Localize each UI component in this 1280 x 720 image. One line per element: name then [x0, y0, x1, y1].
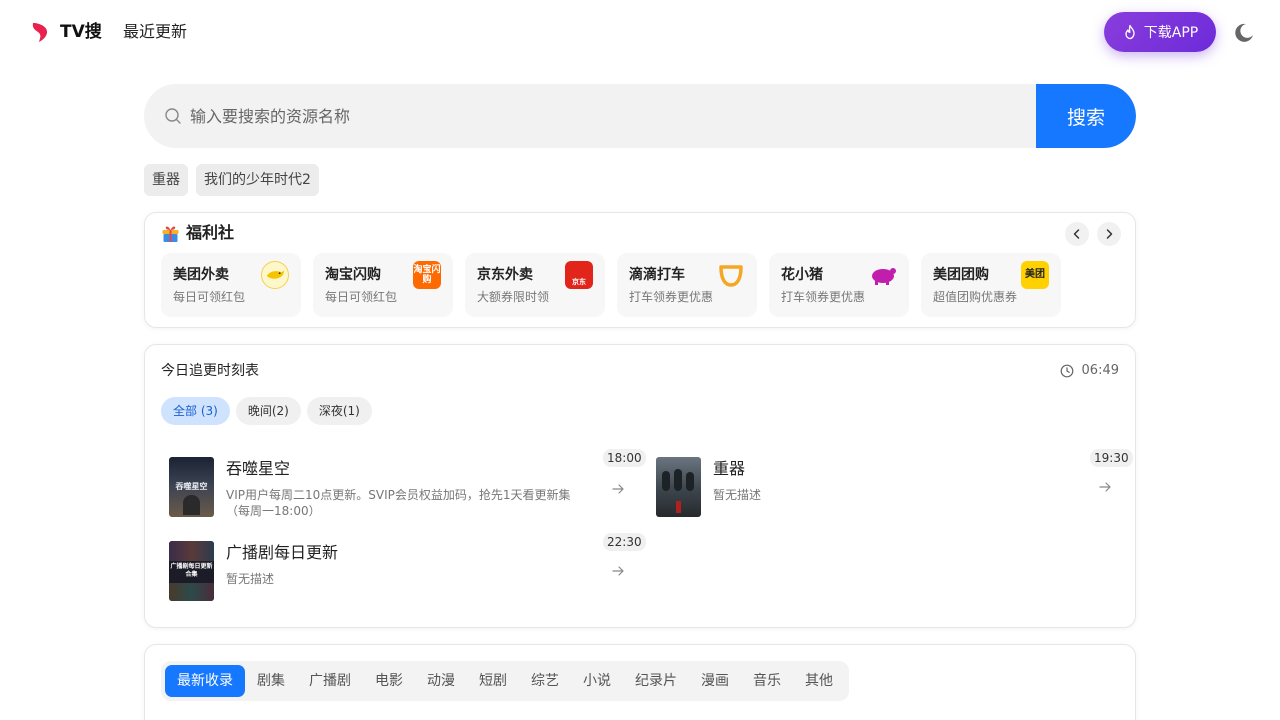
gift-icon: [162, 225, 179, 242]
welfare-item-name: 京东外卖: [477, 267, 533, 283]
welfare-item-desc: 大额券限时领: [477, 290, 550, 304]
logo-icon[interactable]: [30, 21, 50, 43]
nav-recent-updates[interactable]: 最近更新: [123, 21, 187, 43]
schedule-item[interactable]: 重器 暂无描述 19:30: [656, 449, 1136, 527]
search-input[interactable]: [190, 84, 1030, 148]
welfare-item-name: 花小猪: [781, 267, 823, 283]
schedule-card: 今日追更时刻表 06:49 全部 (3) 晚间(2) 深夜(1) 吞噬星空 吞噬…: [144, 344, 1136, 628]
tab-novel[interactable]: 小说: [571, 665, 623, 697]
show-time-badge: 18:00: [603, 449, 646, 467]
filter-evening[interactable]: 晚间(2): [235, 397, 301, 425]
welfare-item-name: 滴滴打车: [629, 267, 685, 283]
header: TV搜 最近更新 下载APP: [0, 0, 1280, 64]
tab-music[interactable]: 音乐: [741, 665, 793, 697]
welfare-item-desc: 超值团购优惠券: [933, 290, 1018, 304]
welfare-prev-button[interactable]: [1065, 222, 1089, 246]
welfare-item-didi[interactable]: 滴滴打车 打车领券更优惠: [617, 253, 757, 317]
download-app-button[interactable]: 下载APP: [1104, 12, 1216, 52]
history-tag[interactable]: 我们的少年时代2: [196, 164, 319, 196]
poster-image: 广播剧每日更新合集: [169, 541, 214, 601]
search-button[interactable]: 搜索: [1036, 84, 1136, 148]
filter-all[interactable]: 全部 (3): [161, 397, 230, 425]
tab-short-drama[interactable]: 短剧: [467, 665, 519, 697]
welfare-item-desc: 打车领券更优惠: [781, 290, 866, 304]
tab-documentary[interactable]: 纪录片: [623, 665, 689, 697]
show-description: 暂无描述: [713, 488, 762, 502]
search-icon: [165, 108, 181, 124]
chevron-left-icon: [1073, 229, 1080, 239]
welfare-item-taobao-shangou[interactable]: 淘宝闪购 每日可领红包 淘宝闪购: [313, 253, 453, 317]
welfare-item-desc: 每日可领红包: [325, 290, 398, 304]
show-title: 吞噬星空: [226, 459, 291, 478]
schedule-item[interactable]: 广播剧每日更新合集 广播剧每日更新 暂无描述 22:30: [169, 533, 649, 611]
welfare-item-meituan-tuangou[interactable]: 美团团购 超值团购优惠券 美团: [921, 253, 1061, 317]
show-title: 广播剧每日更新: [226, 543, 339, 562]
welfare-item-meituan-waimai[interactable]: 美团外卖 每日可领红包: [161, 253, 301, 317]
filter-late-night[interactable]: 深夜(1): [306, 397, 372, 425]
dark-mode-toggle-icon[interactable]: [1233, 22, 1255, 44]
schedule-title: 今日追更时刻表: [161, 363, 259, 379]
welfare-item-name: 美团外卖: [173, 267, 229, 283]
search-bar: 搜索: [144, 84, 1136, 148]
show-time-badge: 22:30: [603, 533, 646, 551]
arrow-right-icon[interactable]: [611, 482, 625, 496]
welfare-next-button[interactable]: [1097, 222, 1121, 246]
welfare-list: 美团外卖 每日可领红包 淘宝闪购 每日可领红包 淘宝闪购 京东外卖 大额券限时领…: [161, 253, 1061, 317]
poster-text: 吞噬星空: [175, 482, 208, 491]
show-time-badge: 19:30: [1090, 449, 1133, 467]
welfare-item-huaxiaozhu[interactable]: 花小猪 打车领券更优惠: [769, 253, 909, 317]
tab-series[interactable]: 剧集: [245, 665, 297, 697]
didi-logo-icon: [717, 261, 745, 289]
flame-icon: [1125, 24, 1135, 40]
pig-logo-icon: [869, 261, 897, 289]
clock-icon: [1060, 364, 1073, 378]
show-description: 暂无描述: [226, 572, 275, 586]
welfare-card: 福利社 美团外卖 每日可领红包 淘宝闪购 每日可领红包 淘宝闪购 京东外卖 大额…: [144, 212, 1136, 328]
arrow-right-icon[interactable]: [1098, 480, 1112, 494]
download-app-label: 下载APP: [1143, 25, 1199, 41]
welfare-item-desc: 每日可领红包: [173, 290, 246, 304]
welfare-item-desc: 打车领券更优惠: [629, 290, 714, 304]
tab-anime[interactable]: 动漫: [415, 665, 467, 697]
welfare-title: 福利社: [186, 223, 235, 242]
poster-image: [656, 457, 701, 517]
search-history-tags: 重器 我们的少年时代2: [144, 164, 319, 196]
meituan-kangaroo-logo-icon: [261, 261, 289, 289]
welfare-item-name: 淘宝闪购: [325, 267, 381, 283]
category-card: 最新收录 剧集 广播剧 电影 动漫 短剧 综艺 小说 纪录片 漫画 音乐 其他: [144, 644, 1136, 720]
jd-waimai-logo-icon: 京东: [565, 261, 593, 289]
schedule-clock: 06:49: [1060, 362, 1119, 380]
history-tag[interactable]: 重器: [144, 164, 188, 196]
tab-latest[interactable]: 最新收录: [165, 665, 245, 697]
show-description: VIP用户每周二10点更新。SVIP会员权益加码，抢先1天看更新集（每周一18:…: [226, 488, 571, 518]
welfare-header: 福利社: [161, 222, 234, 244]
tab-other[interactable]: 其他: [793, 665, 845, 697]
schedule-current-time: 06:49: [1081, 363, 1119, 378]
schedule-item[interactable]: 吞噬星空 吞噬星空 VIP用户每周二10点更新。SVIP会员权益加码，抢先1天看…: [169, 449, 649, 527]
taobao-shangou-logo-icon: 淘宝闪购: [413, 261, 441, 289]
welfare-item-jd-waimai[interactable]: 京东外卖 大额券限时领 京东: [465, 253, 605, 317]
brand-name[interactable]: TV搜: [60, 20, 102, 44]
tab-movie[interactable]: 电影: [363, 665, 415, 697]
welfare-item-name: 美团团购: [933, 267, 989, 283]
arrow-right-icon[interactable]: [611, 564, 625, 578]
poster-image: 吞噬星空: [169, 457, 214, 517]
schedule-filters: 全部 (3) 晚间(2) 深夜(1): [161, 397, 372, 425]
poster-text: 广播剧每日更新合集: [170, 563, 213, 578]
tab-radio-drama[interactable]: 广播剧: [297, 665, 363, 697]
meituan-logo-icon: 美团: [1021, 261, 1049, 289]
tab-comic[interactable]: 漫画: [689, 665, 741, 697]
category-tabs: 最新收录 剧集 广播剧 电影 动漫 短剧 综艺 小说 纪录片 漫画 音乐 其他: [161, 661, 849, 701]
chevron-right-icon: [1106, 229, 1113, 239]
show-title: 重器: [713, 459, 746, 478]
tab-variety[interactable]: 综艺: [519, 665, 571, 697]
